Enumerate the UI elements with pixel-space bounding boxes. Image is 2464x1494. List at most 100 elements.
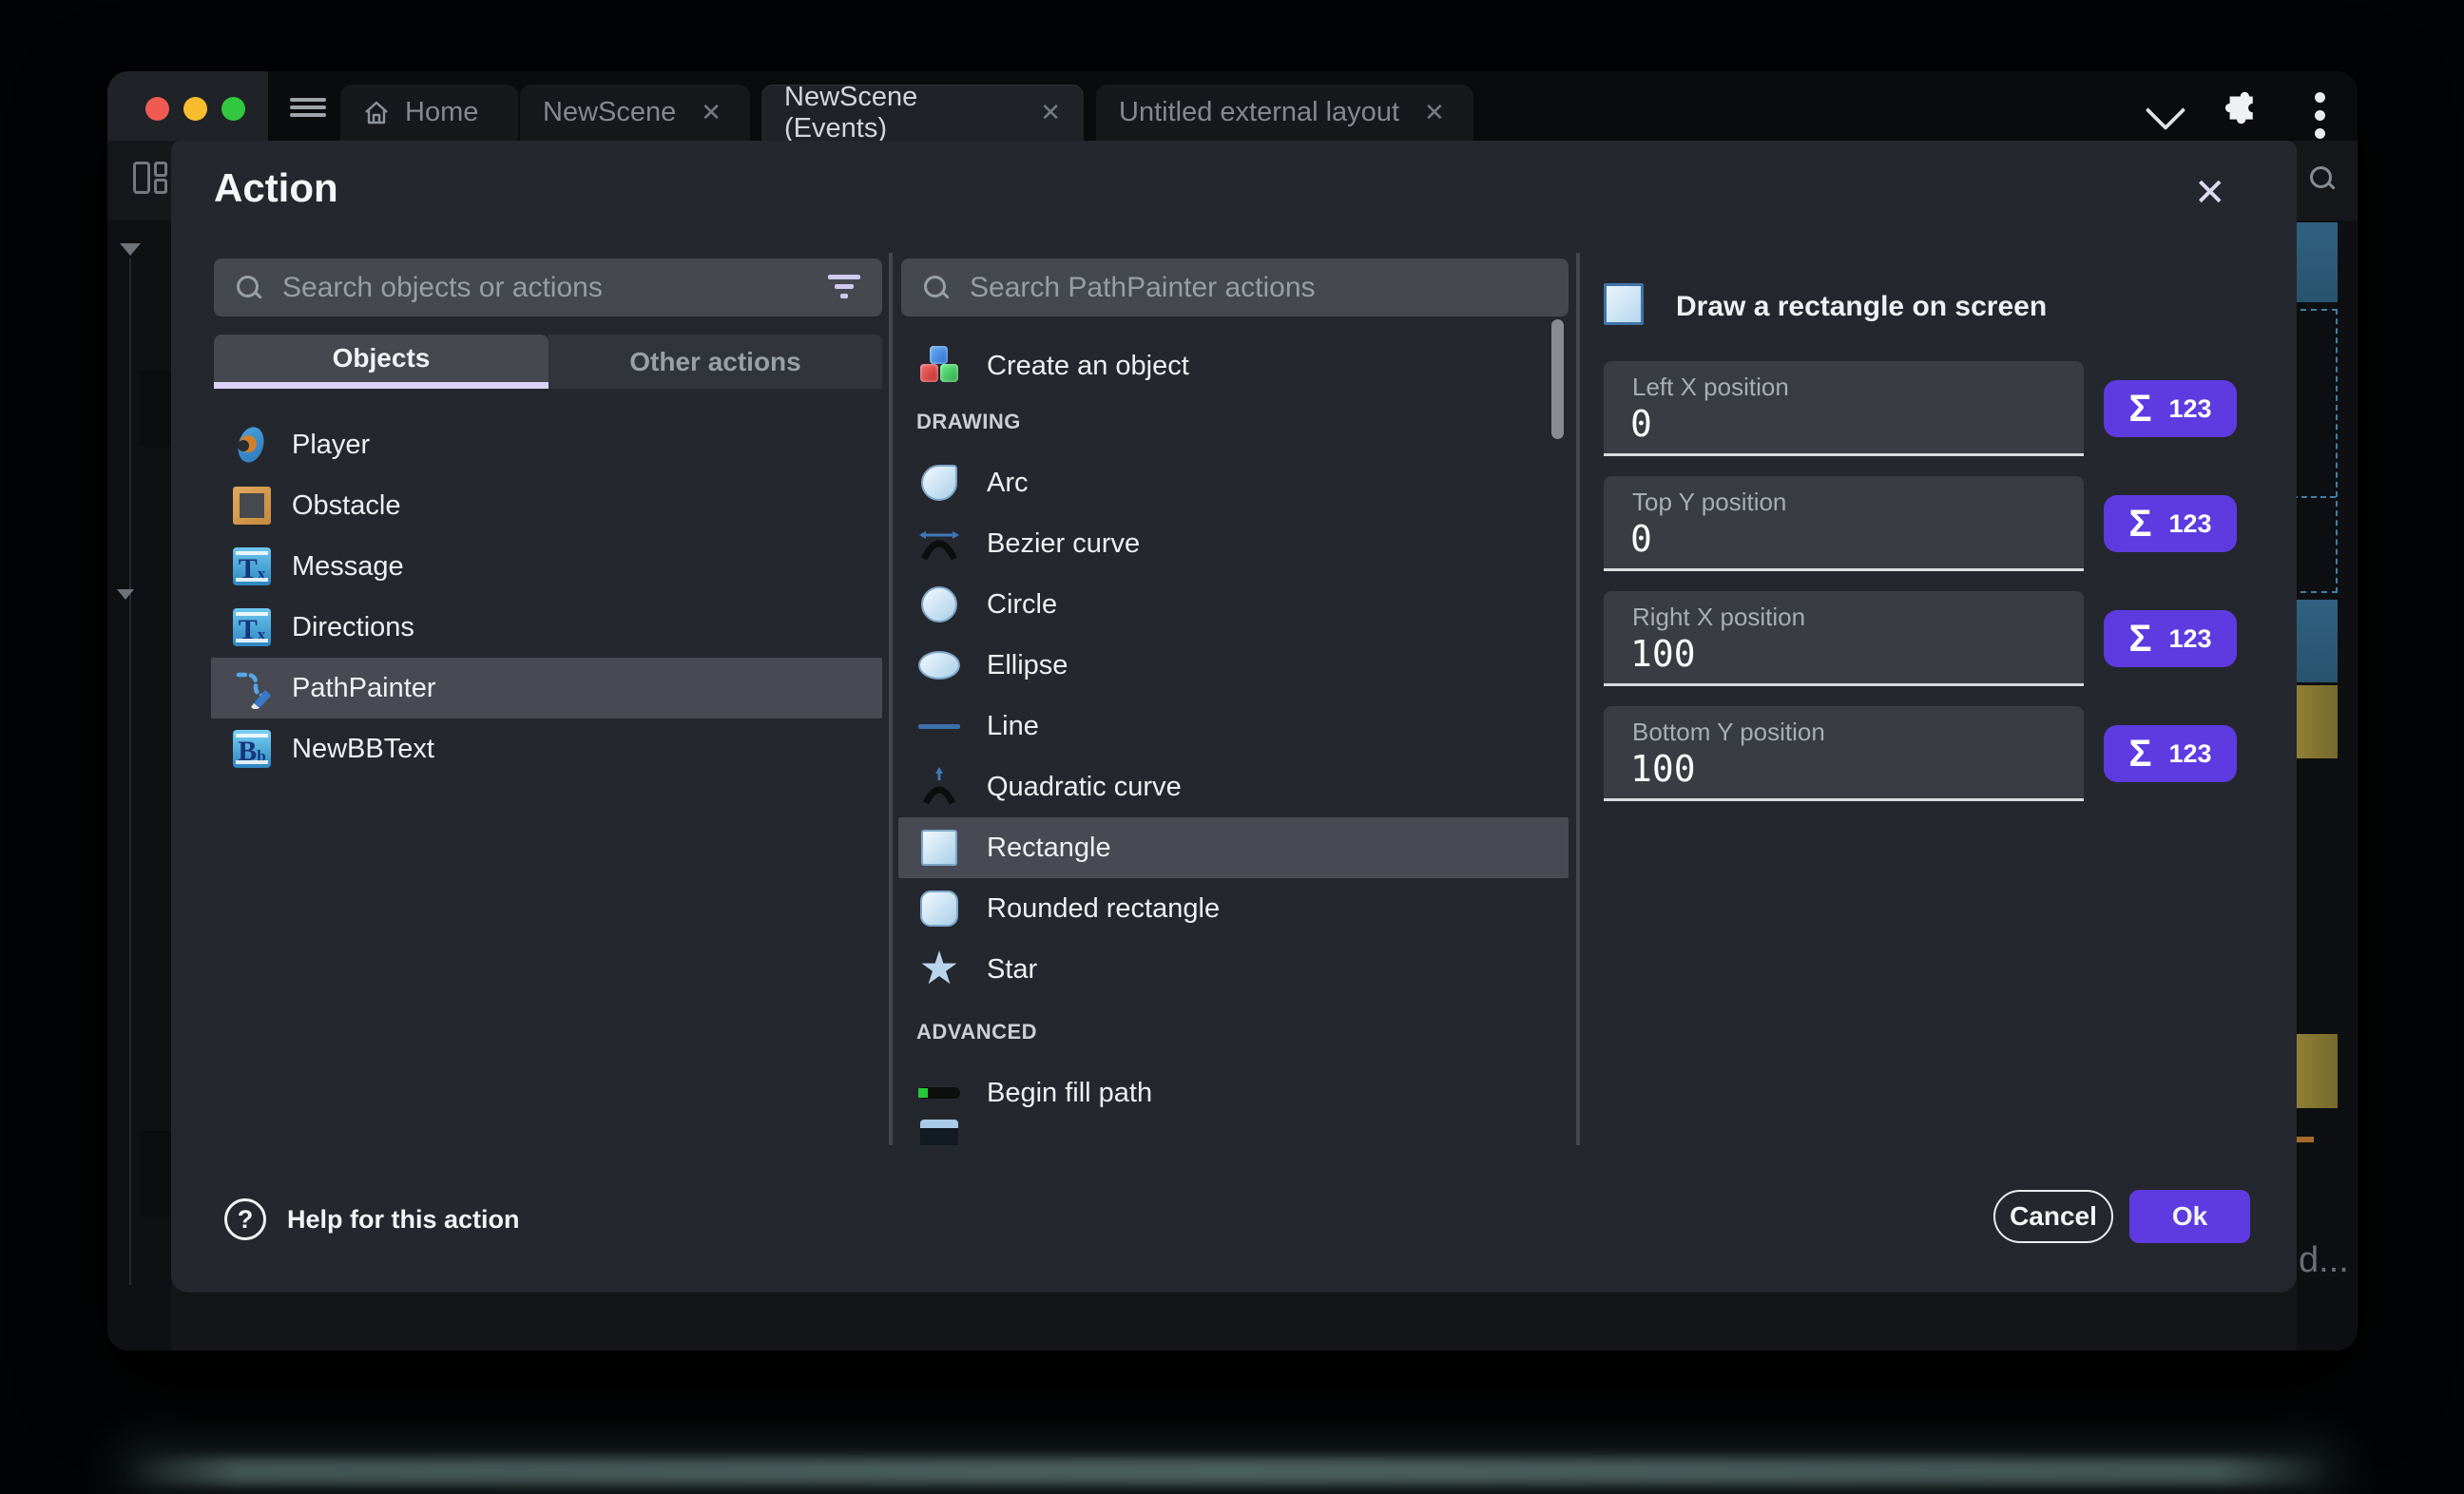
- object-item-obstacle[interactable]: Obstacle: [211, 475, 882, 536]
- action-item-rectangle-selected[interactable]: Rectangle: [898, 817, 1569, 878]
- rounded-rectangle-icon: [918, 888, 960, 929]
- dialog-title: Action: [214, 165, 338, 211]
- tab-close-icon[interactable]: ✕: [1040, 98, 1061, 127]
- object-label: Player: [292, 430, 370, 461]
- action-item-circle[interactable]: Circle: [901, 574, 1569, 635]
- search-events-icon[interactable]: [2310, 166, 2335, 191]
- event-orange-fragment: [2297, 1137, 2314, 1142]
- tab-close-icon[interactable]: ✕: [1424, 98, 1445, 127]
- expression-editor-button[interactable]: Σ 123: [2104, 380, 2237, 437]
- action-item-rounded-rectangle[interactable]: Rounded rectangle: [901, 878, 1569, 939]
- tab-close-icon[interactable]: ✕: [701, 98, 722, 127]
- minimize-window-button[interactable]: [183, 97, 207, 121]
- truncated-event-text: d...: [2299, 1240, 2349, 1281]
- action-label: Circle: [987, 589, 1057, 621]
- expression-editor-button[interactable]: Σ 123: [2104, 725, 2237, 782]
- field-value[interactable]: 0: [1630, 403, 1652, 445]
- icon-glyph: x: [258, 563, 266, 585]
- object-item-message[interactable]: Tx Message: [211, 536, 882, 597]
- section-header-advanced: ADVANCED: [916, 1020, 1037, 1044]
- field-label: Bottom Y position: [1632, 718, 1825, 747]
- field-value[interactable]: 0: [1630, 518, 1652, 560]
- help-link[interactable]: Help for this action: [287, 1205, 520, 1235]
- close-window-button[interactable]: [145, 97, 169, 121]
- objects-search-input[interactable]: Search objects or actions: [214, 259, 882, 316]
- object-item-directions[interactable]: Tx Directions: [211, 597, 882, 658]
- tab-label: NewScene: [543, 97, 676, 128]
- action-item-star[interactable]: ★ Star: [901, 939, 1569, 1000]
- zoom-window-button[interactable]: [221, 97, 245, 121]
- action-label: Begin fill path: [987, 1078, 1152, 1109]
- action-label: Rounded rectangle: [987, 893, 1220, 925]
- quadratic-curve-icon: [918, 766, 960, 808]
- clipped-action-icon: [918, 1120, 960, 1145]
- action-item-quadratic-curve[interactable]: Quadratic curve: [901, 757, 1569, 817]
- rectangle-action-icon: [1604, 283, 1644, 325]
- field-value[interactable]: 100: [1630, 633, 1696, 675]
- actions-search-input[interactable]: Search PathPainter actions: [901, 259, 1569, 316]
- column-divider: [1576, 253, 1580, 1145]
- line-icon: [918, 705, 960, 747]
- text-object-icon: Tx: [233, 547, 271, 585]
- chevron-down-icon[interactable]: [2151, 96, 2180, 124]
- filter-icon[interactable]: [827, 275, 861, 301]
- field-value[interactable]: 100: [1630, 748, 1696, 790]
- numbers-badge: 123: [2168, 739, 2211, 769]
- text-object-icon: Tx: [233, 608, 271, 646]
- field-right-x-position[interactable]: Right X position 100: [1604, 591, 2084, 686]
- tab-untitled-external-layout[interactable]: Untitled external layout ✕: [1096, 85, 1473, 141]
- main-menu-icon[interactable]: [290, 98, 326, 117]
- search-icon: [924, 276, 949, 300]
- action-item-begin-fill-path[interactable]: Begin fill path: [901, 1063, 1569, 1123]
- tab-home[interactable]: Home: [340, 85, 518, 141]
- search-placeholder: Search PathPainter actions: [970, 272, 1316, 304]
- toggle-panel-icon[interactable]: [133, 162, 167, 194]
- search-placeholder: Search objects or actions: [282, 272, 603, 304]
- action-item-arc[interactable]: Arc: [901, 452, 1569, 513]
- expression-editor-button[interactable]: Σ 123: [2104, 495, 2237, 552]
- event-teal-block: [2297, 222, 2338, 302]
- event-tree-line: [129, 259, 131, 1285]
- arc-icon: [918, 462, 960, 504]
- action-item-ellipse[interactable]: Ellipse: [901, 635, 1569, 696]
- tab-objects[interactable]: Objects: [214, 335, 549, 382]
- action-label: Arc: [987, 468, 1029, 499]
- expression-editor-button[interactable]: Σ 123: [2104, 610, 2237, 667]
- numbers-badge: 123: [2168, 394, 2211, 424]
- field-bottom-y-position[interactable]: Bottom Y position 100: [1604, 706, 2084, 801]
- action-item-bezier-curve[interactable]: Bezier curve: [901, 513, 1569, 574]
- object-item-player[interactable]: Player: [211, 414, 882, 475]
- dialog-close-icon[interactable]: ✕: [2194, 171, 2226, 215]
- action-item-line[interactable]: Line: [901, 696, 1569, 757]
- extensions-puzzle-icon[interactable]: [2223, 89, 2260, 125]
- tab-other-actions[interactable]: Other actions: [549, 335, 882, 389]
- action-item-create-object[interactable]: Create an object: [901, 335, 1569, 396]
- sigma-icon: Σ: [2128, 620, 2151, 658]
- action-item-clipped[interactable]: [901, 1120, 1569, 1145]
- tab-newscene[interactable]: NewScene ✕: [520, 85, 750, 141]
- field-left-x-position[interactable]: Left X position 0: [1604, 361, 2084, 456]
- events-sheet-left-edge: [107, 141, 171, 1350]
- field-top-y-position[interactable]: Top Y position 0: [1604, 476, 2084, 571]
- object-item-pathpainter-selected[interactable]: PathPainter: [211, 658, 882, 718]
- help-icon[interactable]: ?: [224, 1198, 266, 1240]
- kebab-menu-icon[interactable]: [2315, 92, 2325, 139]
- tab-newscene-events[interactable]: NewScene (Events) ✕: [761, 85, 1084, 141]
- create-object-icon: [918, 345, 960, 387]
- title-bar: Home NewScene ✕ NewScene (Events) ✕ Unti…: [107, 71, 2358, 141]
- icon-glyph: B: [238, 736, 257, 768]
- numbers-badge: 123: [2168, 509, 2211, 539]
- column-divider: [889, 253, 893, 1145]
- object-item-newbbtext[interactable]: Bb NewBBText: [211, 718, 882, 779]
- object-label: PathPainter: [292, 673, 436, 704]
- event-collapse-caret-icon[interactable]: [117, 589, 134, 600]
- event-block-fragment: [140, 371, 171, 447]
- action-label: Create an object: [987, 351, 1189, 382]
- icon-glyph: b: [257, 745, 265, 768]
- numbers-badge: 123: [2168, 624, 2211, 654]
- cancel-button[interactable]: Cancel: [1993, 1190, 2113, 1243]
- section-header-drawing: DRAWING: [916, 410, 1021, 434]
- sigma-icon: Σ: [2128, 390, 2151, 428]
- ok-button[interactable]: Ok: [2129, 1190, 2250, 1243]
- event-collapse-caret-icon[interactable]: [120, 243, 141, 256]
